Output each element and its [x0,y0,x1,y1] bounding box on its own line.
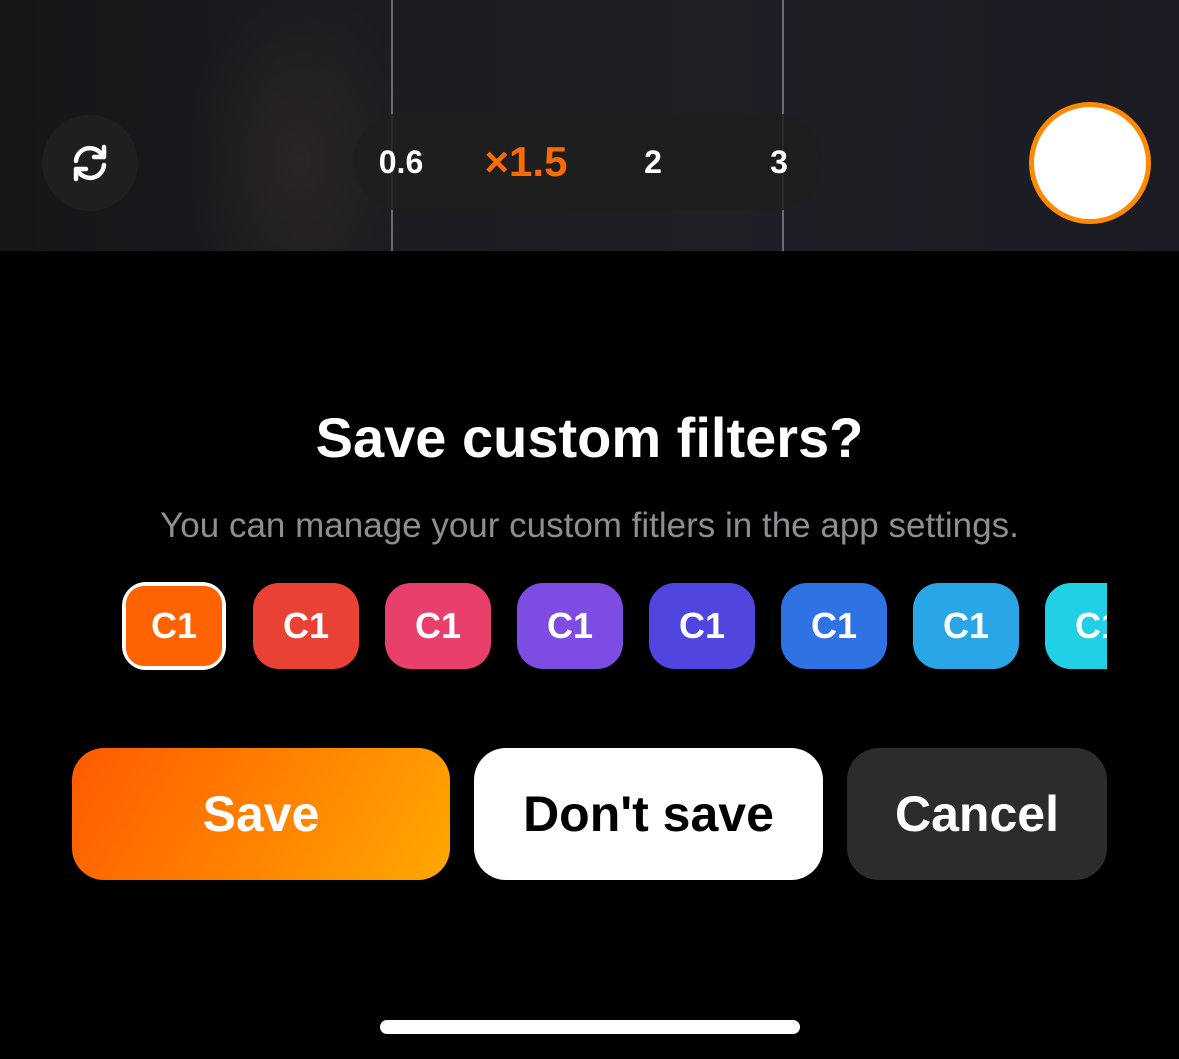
filter-chip-label: C1 [942,605,990,646]
zoom-option-1-5[interactable]: ×1.5 [470,113,582,211]
filter-chip[interactable]: C1 [118,578,230,674]
filter-chip-label: C1 [678,605,726,646]
camera-preview: 0.6 ×1.5 2 3 [0,0,1179,251]
filter-chip[interactable]: C1 [913,583,1019,669]
filter-chip-label: C1 [1074,605,1107,646]
filter-chip[interactable]: C1 [1045,583,1107,669]
filter-chip-label: C1 [150,605,198,646]
home-indicator [380,1020,800,1034]
filter-chip-label: C1 [414,605,462,646]
dialog-title: Save custom filters? [315,406,864,469]
dialog-subtitle: You can manage your custom fitlers in th… [160,506,1019,545]
save-button[interactable]: Save [72,748,450,880]
zoom-option-3[interactable]: 3 [751,113,807,211]
filter-chip-fill: C1 [126,586,222,666]
cancel-button[interactable]: Cancel [847,748,1107,880]
filter-chip-list: C1 C1 C1 C1 C1 C1 C1 C1 [118,578,1107,674]
filter-chip[interactable]: C1 [517,583,623,669]
flip-camera-button[interactable] [42,115,138,211]
filter-chip[interactable]: C1 [385,583,491,669]
filter-chip-label: C1 [546,605,594,646]
filter-chip[interactable]: C1 [253,583,359,669]
zoom-option-0-6[interactable]: 0.6 [362,113,440,211]
camera-flip-icon [73,144,107,182]
filter-chip[interactable]: C1 [649,583,755,669]
shutter-button[interactable] [1029,102,1151,224]
dont-save-button[interactable]: Don't save [474,748,823,880]
filter-chip-label: C1 [810,605,858,646]
filter-chip[interactable]: C1 [781,583,887,669]
filter-chip-label: C1 [282,605,330,646]
zoom-option-2[interactable]: 2 [625,113,681,211]
